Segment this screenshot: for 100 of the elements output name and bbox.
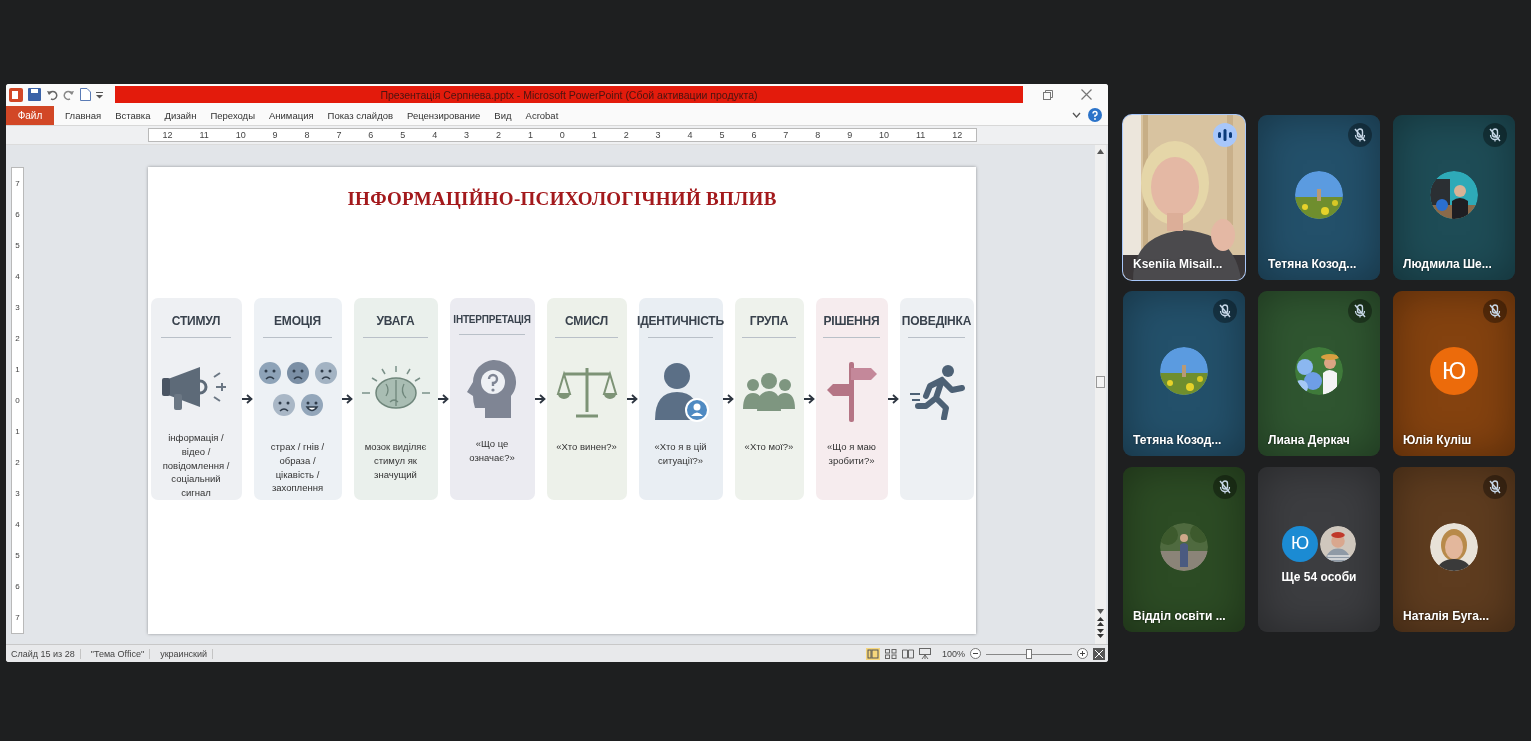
person-icon <box>652 360 709 424</box>
zoom-slider[interactable] <box>986 647 1072 660</box>
ruler-number: 1 <box>591 130 597 140</box>
ribbon-tab[interactable]: Анимация <box>262 105 321 125</box>
language[interactable]: украинский <box>155 648 214 659</box>
more-participants-count: Ще 54 особи <box>1281 569 1357 584</box>
scrollbar[interactable] <box>1095 145 1106 644</box>
redo-icon[interactable] <box>63 88 75 101</box>
participant-tile[interactable]: Наталія Буга... <box>1393 467 1515 632</box>
close-icon[interactable] <box>1081 89 1092 100</box>
scroll-down-icon[interactable] <box>1097 609 1104 614</box>
scroll-up-icon[interactable] <box>1097 149 1104 154</box>
ruler-number: 1 <box>15 427 20 436</box>
ruler-number: 4 <box>432 130 438 140</box>
ruler-number: 0 <box>559 130 565 140</box>
ruler-number: 4 <box>15 520 20 529</box>
fit-to-window-icon[interactable] <box>1093 647 1105 660</box>
ribbon-tab[interactable]: Показ слайдов <box>320 105 400 125</box>
participant-tile[interactable]: Ю Юлія Куліш <box>1393 291 1515 456</box>
ribbon-tab[interactable]: Переходы <box>203 105 262 125</box>
step-title: ІНТЕРПРЕТАЦІЯ <box>453 314 531 325</box>
participant-name: Наталія Буга... <box>1403 609 1489 623</box>
ribbon-tab[interactable]: Рецензирование <box>400 105 488 125</box>
arrow-icon <box>627 394 638 404</box>
ruler-number: 7 <box>15 179 20 188</box>
customize-menu-icon[interactable] <box>96 90 103 99</box>
group-icon <box>743 371 795 413</box>
reading-view-icon[interactable] <box>901 648 914 659</box>
ruler-number: 9 <box>272 130 278 140</box>
ribbon-tab[interactable]: Главная <box>58 105 109 125</box>
participant-name: Лиана Деркач <box>1268 433 1350 447</box>
ribbon-tab[interactable]: Дизайн <box>157 105 204 125</box>
previous-slide-icon[interactable] <box>1097 617 1104 626</box>
save-icon[interactable] <box>28 88 41 101</box>
participant-name: Людмила Ше... <box>1403 257 1492 271</box>
participant-tile[interactable]: Kseniia Misail... <box>1123 115 1245 280</box>
participant-tile[interactable]: Ю Ще 54 особи <box>1258 467 1380 632</box>
ruler-number: 1 <box>527 130 533 140</box>
step-title: ІДЕНТИЧНІСТЬ <box>637 314 724 328</box>
running-person-icon <box>907 364 966 420</box>
step-title: ЕМОЦІЯ <box>274 314 321 328</box>
participant-tile[interactable]: Відділ освіти ... <box>1123 467 1245 632</box>
arrow-icon <box>342 394 353 404</box>
ruler-number: 8 <box>304 130 310 140</box>
ruler-number: 7 <box>336 130 342 140</box>
ruler-number: 5 <box>15 241 20 250</box>
step-title: ГРУПА <box>749 314 789 328</box>
ribbon-tab[interactable]: Вставка <box>108 105 158 125</box>
help-icon[interactable] <box>1088 108 1102 122</box>
step-caption: страх / гнів / образа / цікавість / захоплення <box>269 440 326 496</box>
participant-tile[interactable]: Тетяна Козод... <box>1258 115 1380 280</box>
participant-tile[interactable]: Тетяна Козод... <box>1123 291 1245 456</box>
ruler-number: 12 <box>952 130 963 140</box>
participant-tile[interactable]: Людмила Ше... <box>1393 115 1515 280</box>
ruler-number: 3 <box>464 130 470 140</box>
ruler-number: 4 <box>15 272 20 281</box>
step-title: СТИМУЛ <box>171 314 221 328</box>
arrow-icon <box>804 394 815 404</box>
step-caption: «Хто винен?» <box>555 440 618 454</box>
ruler-number: 6 <box>15 210 20 219</box>
slide-show-icon[interactable] <box>918 648 931 659</box>
avatar-initial: Ю <box>1282 525 1318 562</box>
arrow-icon <box>242 394 253 404</box>
ribbon-tab[interactable]: Acrobat <box>518 105 566 125</box>
ruler-number: 10 <box>235 130 246 140</box>
participant-name: Kseniia Misail... <box>1133 257 1223 271</box>
participant-tile[interactable]: Лиана Деркач <box>1258 291 1380 456</box>
ruler-number: 2 <box>15 334 20 343</box>
slide-sorter-icon[interactable] <box>884 648 897 659</box>
restore-icon[interactable] <box>1043 89 1053 100</box>
undo-icon[interactable] <box>46 88 58 101</box>
ruler-number: 3 <box>15 303 20 312</box>
ruler-number: 0 <box>15 396 20 405</box>
step-caption: «Що це означає?» <box>468 437 516 465</box>
file-tab[interactable]: Файл <box>6 105 54 125</box>
zoom-out-icon[interactable] <box>970 648 981 659</box>
arrow-icon <box>438 394 449 404</box>
ruler-number: 7 <box>15 613 20 622</box>
ruler-number: 2 <box>496 130 501 140</box>
ruler-number: 6 <box>751 130 757 140</box>
step-title: РІШЕННЯ <box>823 314 880 328</box>
new-document-icon[interactable] <box>80 88 91 101</box>
theme-name: "Тема Office" <box>85 648 151 659</box>
head-question-icon <box>465 358 519 420</box>
next-slide-icon[interactable] <box>1097 629 1104 638</box>
arrow-icon <box>535 394 546 404</box>
step-caption: інформація / відео / повідомлення / соціальний сигнал <box>161 431 231 500</box>
ruler-number: 5 <box>15 551 20 560</box>
scroll-thumb-icon[interactable] <box>1096 375 1105 388</box>
zoom-in-icon[interactable] <box>1077 648 1088 659</box>
powerpoint-logo-icon[interactable] <box>9 87 23 102</box>
step-title: ПОВЕДІНКА <box>901 314 972 328</box>
zoom-slider-thumb[interactable] <box>1026 648 1032 659</box>
expand-ribbon-icon[interactable] <box>1072 111 1081 119</box>
ribbon-tab[interactable]: Вид <box>487 105 519 125</box>
ruler-number: 5 <box>719 130 725 140</box>
participant-name: Тетяна Козод... <box>1133 433 1222 447</box>
normal-view-icon[interactable] <box>865 647 880 660</box>
arrow-icon <box>888 394 899 404</box>
zoom-level[interactable]: 100% <box>941 648 965 659</box>
